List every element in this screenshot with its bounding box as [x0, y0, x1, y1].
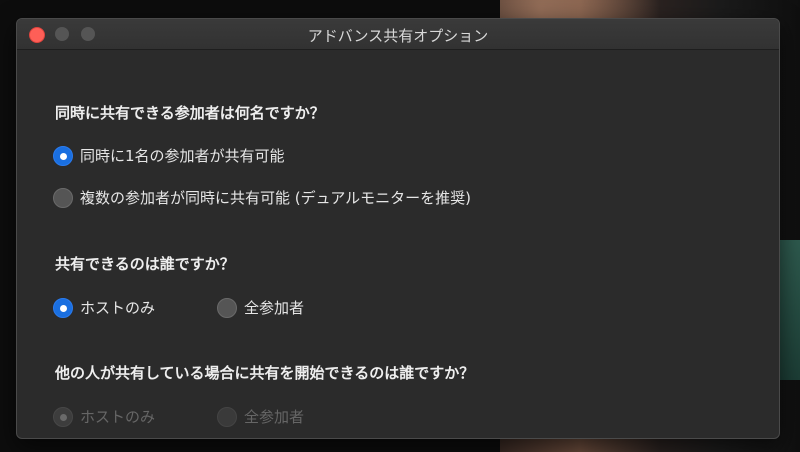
- question-concurrent-sharers: 同時に共有できる参加者は何名ですか？: [55, 104, 325, 122]
- option-label: 複数の参加者が同時に共有可能 (デュアルモニターを推奨): [80, 189, 472, 207]
- window-title: アドバンス共有オプション: [307, 27, 489, 45]
- option-host-only-disabled: ホストのみ: [53, 406, 155, 427]
- option-label: 全参加者: [244, 408, 305, 426]
- radio-disabled-unselected-icon: [217, 406, 237, 427]
- background-video-edge: [780, 240, 800, 380]
- advanced-sharing-options-dialog: アドバンス共有オプション 同時に共有できる参加者は何名ですか？ 同時に1名の参加…: [16, 18, 780, 439]
- radio-disabled-selected-icon: [53, 406, 73, 427]
- radio-unselected-icon[interactable]: [53, 187, 73, 208]
- option-label: ホストのみ: [80, 299, 156, 317]
- radio-selected-icon[interactable]: [53, 145, 73, 166]
- option-label: 全参加者: [244, 299, 305, 317]
- option-all-participants-disabled: 全参加者: [217, 406, 304, 427]
- radio-selected-icon[interactable]: [53, 297, 73, 318]
- question-who-can-start-sharing: 他の人が共有している場合に共有を開始できるのは誰ですか？: [55, 364, 475, 382]
- option-host-only[interactable]: ホストのみ: [53, 297, 155, 318]
- question-who-can-share: 共有できるのは誰ですか？: [55, 255, 235, 273]
- option-label: ホストのみ: [80, 408, 156, 426]
- option-label: 同時に1名の参加者が共有可能: [80, 147, 285, 165]
- option-one-participant-at-a-time[interactable]: 同時に1名の参加者が共有可能: [53, 145, 285, 166]
- option-multiple-participants[interactable]: 複数の参加者が同時に共有可能 (デュアルモニターを推奨): [53, 187, 471, 208]
- title-bar[interactable]: アドバンス共有オプション: [17, 19, 779, 50]
- radio-unselected-icon[interactable]: [217, 297, 237, 318]
- option-all-participants[interactable]: 全参加者: [217, 297, 304, 318]
